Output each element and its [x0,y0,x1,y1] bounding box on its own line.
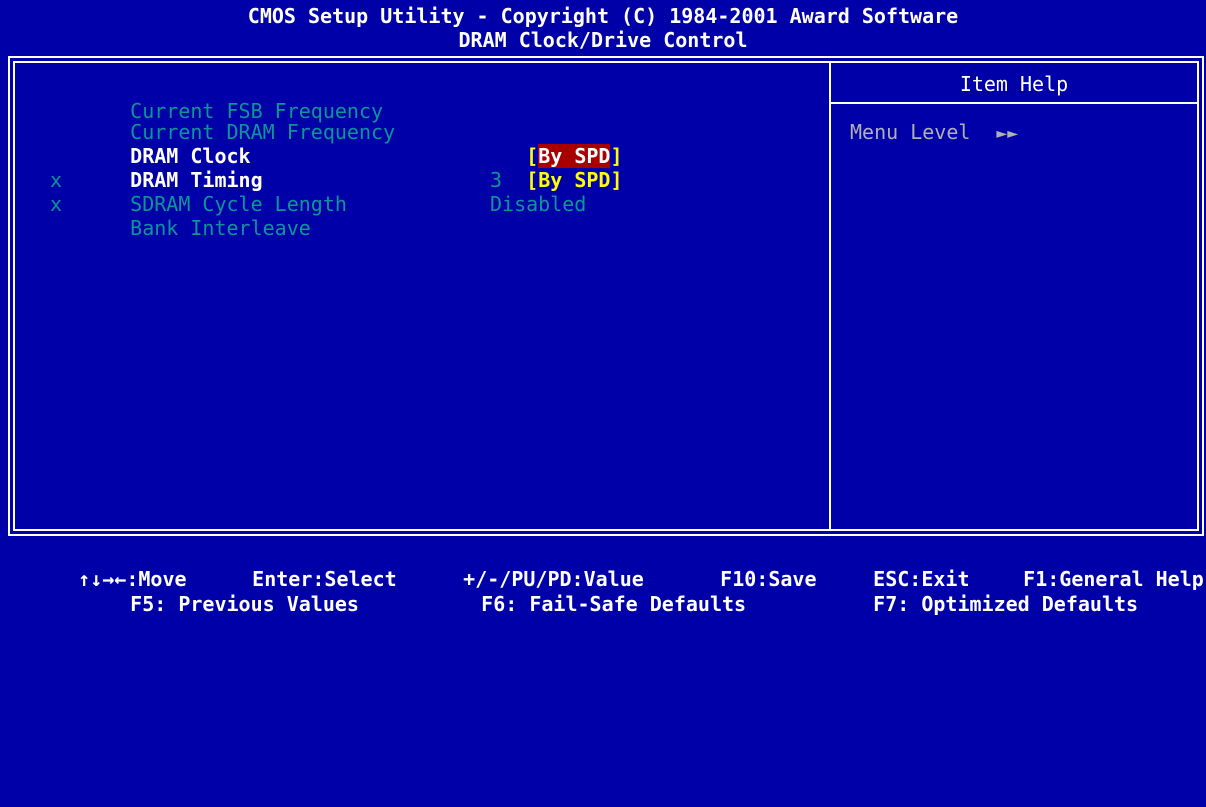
double-right-arrow-icon: ►► [996,123,1019,144]
key-f5: F5 [130,592,155,616]
menu-level: Menu Level ►► [850,120,1018,146]
key-hint-optimized-wrap: F7: Optimized Defaults [825,568,1138,640]
page-title: DRAM Clock/Drive Control [458,28,748,52]
item-help-separator [831,102,1197,104]
key-hint-failsafe-wrap: F6: Fail-Safe Defaults [433,568,746,640]
header: CMOS Setup Utility - Copyright (C) 1984-… [0,0,1206,56]
setting-bank-interleave-prefix: x [50,192,63,216]
key-f6: F6 [481,592,506,616]
key-f7: F7 [873,592,898,616]
setting-bank-interleave: Bank Interleave [82,192,311,264]
setting-sdram-cycle-length-prefix: x [50,168,63,192]
key-hint-save: :Save [756,567,817,591]
key-hint-previous-wrap: F5: Previous Values [82,568,359,640]
panel-divider [829,61,831,531]
key-hint-failsafe: : Fail-Safe Defaults [505,592,747,616]
key-hint-optimized: : Optimized Defaults [897,592,1139,616]
setting-label: Bank Interleave [130,216,311,240]
app-title: CMOS Setup Utility - Copyright (C) 1984-… [247,4,959,28]
key-hint-previous: : Previous Values [154,592,359,616]
footer-keys: ↑↓→←:Move Enter:Select +/-/PU/PD:Value F… [0,543,1206,616]
sdram-cycle-length-value: 3 [490,168,503,192]
bank-interleave-value: Disabled [490,192,587,216]
menu-level-label: Menu Level [850,120,971,144]
item-help-title: Item Help [959,72,1069,96]
dram-timing-value-text[interactable]: By SPD [538,168,610,192]
